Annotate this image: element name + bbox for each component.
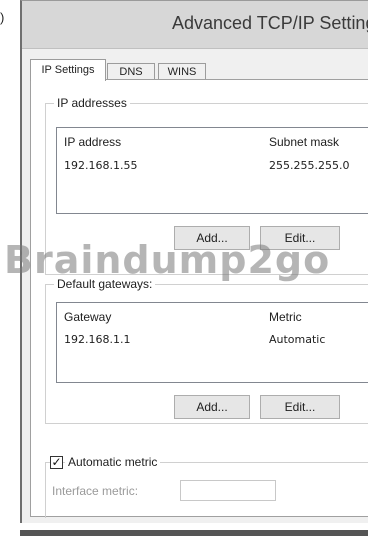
metric-cell: Automatic	[269, 333, 326, 346]
column-header-ip-address[interactable]: IP address	[64, 135, 121, 149]
subnet-mask-cell: 255.255.255.0	[269, 159, 350, 172]
ip-address-cell: 192.168.1.55	[64, 159, 138, 172]
column-header-metric[interactable]: Metric	[269, 310, 302, 324]
gateways-group: Default gateways: Gateway Metric 192.168…	[45, 277, 368, 424]
edge-label: )	[0, 10, 5, 25]
tab-wins[interactable]: WINS	[158, 63, 206, 80]
interface-metric-input[interactable]	[180, 480, 276, 501]
tab-ip-settings[interactable]: IP Settings	[30, 59, 106, 81]
column-header-subnet-mask[interactable]: Subnet mask	[269, 135, 339, 149]
title-bar[interactable]: Advanced TCP/IP Setting	[22, 1, 368, 49]
automatic-metric-checkbox[interactable]: ✓	[50, 456, 63, 469]
automatic-metric-label[interactable]: Automatic metric	[65, 455, 161, 469]
ip-address-list[interactable]: IP address Subnet mask 192.168.1.55 255.…	[56, 127, 368, 214]
automatic-metric-group: ✓ Automatic metric Interface metric:	[45, 455, 368, 518]
gateway-edit-button[interactable]: Edit...	[260, 395, 340, 419]
interface-metric-label: Interface metric:	[52, 484, 139, 498]
ip-addresses-group-title: IP addresses	[54, 96, 130, 110]
window-title: Advanced TCP/IP Setting	[172, 13, 368, 33]
ip-settings-panel: IP addresses IP address Subnet mask 192.…	[30, 79, 368, 518]
gateway-cell: 192.168.1.1	[64, 333, 131, 346]
tab-dns[interactable]: DNS	[107, 63, 155, 80]
bottom-border	[20, 530, 368, 536]
gateway-list[interactable]: Gateway Metric 192.168.1.1 Automatic	[56, 302, 368, 383]
gateway-add-button[interactable]: Add...	[174, 395, 250, 419]
column-header-gateway[interactable]: Gateway	[64, 310, 111, 324]
watermark-text: Braindump2go	[4, 238, 331, 282]
